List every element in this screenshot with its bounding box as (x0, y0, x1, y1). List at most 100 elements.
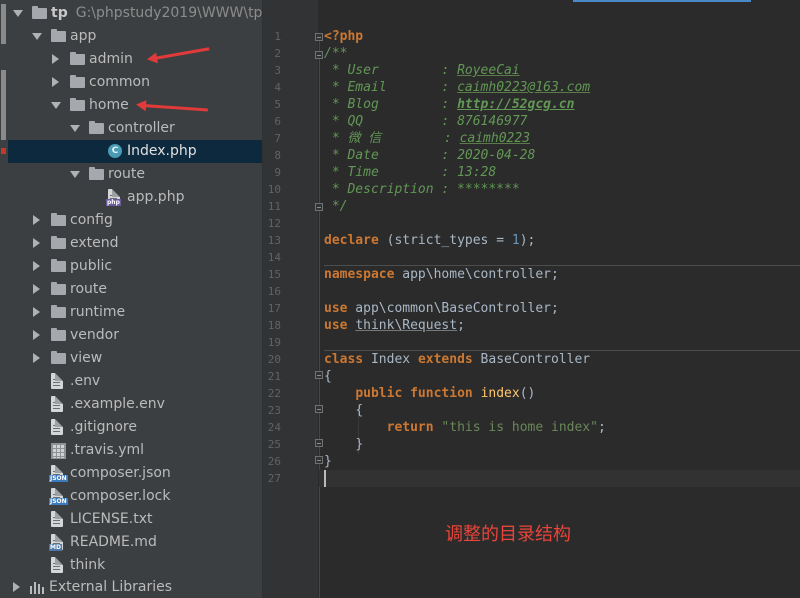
text-caret (324, 470, 326, 487)
code-editor[interactable]: 1 2 3 4 5 6 7 8 9 10 11 12 13 14 15 16 17 18 19 20 21 22 23 24 2… (263, 0, 800, 598)
tree-item[interactable]: JSON composer.json (8, 462, 262, 485)
fold-marker-icon[interactable] (315, 456, 323, 464)
chevron-right-icon[interactable] (33, 284, 40, 294)
tool-window-tab[interactable] (1, 4, 6, 44)
code-line-23: { (355, 403, 364, 418)
code-line-24: return "this is home index"; (386, 420, 606, 435)
tree-item[interactable]: vendor (8, 324, 262, 347)
tree-item[interactable]: admin (8, 48, 262, 71)
tree-item[interactable]: common (8, 71, 262, 94)
line-number: 14 (267, 251, 281, 264)
fold-marker-icon[interactable] (315, 371, 323, 379)
chevron-down-icon[interactable] (13, 10, 23, 17)
code-line-9: * Time : 13:28 (324, 165, 497, 180)
tree-item[interactable]: route (8, 278, 262, 301)
tree-item[interactable]: LICENSE.txt (8, 508, 262, 531)
tree-item-label: runtime (70, 304, 126, 320)
fold-marker-icon[interactable] (315, 439, 323, 447)
tree-item-label: .env (70, 373, 101, 389)
tree-item[interactable]: runtime (8, 301, 262, 324)
code-line-17: use app\common\BaseController; (324, 301, 559, 316)
tree-item-label: .travis.yml (70, 442, 145, 458)
fold-marker-icon[interactable] (315, 203, 323, 211)
folder-icon (70, 75, 85, 88)
fold-marker-icon[interactable] (315, 405, 323, 413)
fold-marker-icon[interactable] (315, 33, 323, 41)
tree-item[interactable]: controller (8, 117, 262, 140)
file-type-badge: JSON (49, 475, 68, 482)
code-line-8: * Date : 2020-04-28 (324, 148, 536, 163)
line-number: 4 (274, 81, 281, 94)
line-number: 1 (274, 30, 281, 43)
folder-icon (32, 6, 47, 19)
line-number: 20 (267, 353, 281, 366)
tree-item-label: README.md (70, 534, 157, 550)
folder-icon (70, 98, 85, 111)
tree-item-label: composer.lock (70, 488, 171, 504)
chevron-right-icon[interactable] (33, 353, 40, 363)
line-number: 13 (267, 234, 281, 247)
tree-item[interactable]: extend (8, 232, 262, 255)
line-number: 9 (274, 166, 281, 179)
markdown-file-icon: MD (49, 534, 63, 551)
tree-item-label: .gitignore (70, 419, 137, 435)
tree-item[interactable]: .travis.yml (8, 439, 262, 462)
chevron-right-icon[interactable] (52, 54, 59, 64)
line-number: 8 (274, 149, 281, 162)
tree-item[interactable]: route (8, 163, 262, 186)
chevron-right-icon[interactable] (52, 77, 59, 87)
tree-item[interactable]: think (8, 554, 262, 577)
code-line-21: { (324, 369, 332, 384)
folder-icon (51, 282, 66, 295)
tree-item[interactable]: app (8, 25, 262, 48)
chevron-down-icon[interactable] (70, 125, 80, 132)
line-number: 10 (267, 183, 281, 196)
code-line-1: <?php (324, 29, 364, 44)
line-number: 5 (274, 98, 281, 111)
chevron-right-icon[interactable] (33, 330, 40, 340)
tool-window-tab[interactable] (1, 70, 6, 140)
tree-item[interactable]: .example.env (8, 393, 262, 416)
fold-marker-icon[interactable] (315, 51, 323, 59)
code-line-5: * Blog : http://52gcg.cn (324, 97, 575, 112)
json-file-icon: JSON (49, 465, 68, 482)
tree-item[interactable]: php app.php (8, 186, 262, 209)
tree-item[interactable]: .gitignore (8, 416, 262, 439)
tree-item-label: composer.json (70, 465, 171, 481)
line-number: 27 (267, 472, 281, 485)
tree-item[interactable]: MD README.md (8, 531, 262, 554)
code-line-3: * User : RoyeeCai (324, 63, 520, 78)
tree-item[interactable]: .env (8, 370, 262, 393)
tree-item-label: public (70, 258, 113, 274)
chevron-right-icon[interactable] (33, 307, 40, 317)
code-line-10: * Description : ******** (324, 182, 520, 197)
tree-item-label: controller (108, 120, 175, 136)
chevron-right-icon[interactable] (13, 582, 20, 592)
chevron-right-icon[interactable] (33, 215, 40, 225)
blog-link[interactable]: http://52gcg.cn (457, 97, 574, 112)
external-libraries-label: External Libraries (49, 579, 172, 595)
chevron-down-icon[interactable] (70, 171, 80, 178)
chevron-down-icon[interactable] (32, 33, 42, 40)
tree-item-label: home (89, 97, 129, 113)
code-line-13: declare (strict_types = 1); (324, 233, 536, 248)
tree-item[interactable]: config (8, 209, 262, 232)
tree-item[interactable]: view (8, 347, 262, 370)
code-line-26: } (324, 454, 332, 469)
chevron-down-icon[interactable] (51, 102, 61, 109)
tree-item-label: route (108, 166, 145, 182)
tree-root-tp[interactable]: tp G:\phpstudy2019\WWW\tp (8, 2, 262, 25)
tree-item-label: app.php (127, 189, 185, 205)
tree-item[interactable]: C Index.php (8, 140, 262, 163)
tree-item[interactable]: JSON composer.lock (8, 485, 262, 508)
chevron-right-icon[interactable] (33, 261, 40, 271)
tree-external-libraries[interactable]: External Libraries (8, 576, 262, 598)
folder-icon (51, 236, 66, 249)
current-line-highlight (319, 470, 800, 487)
line-number: 2 (274, 47, 281, 60)
chevron-right-icon[interactable] (33, 238, 40, 248)
folder-icon (51, 29, 66, 42)
text-file-icon (51, 396, 63, 412)
active-tab-indicator (573, 0, 751, 2)
tree-item[interactable]: public (8, 255, 262, 278)
